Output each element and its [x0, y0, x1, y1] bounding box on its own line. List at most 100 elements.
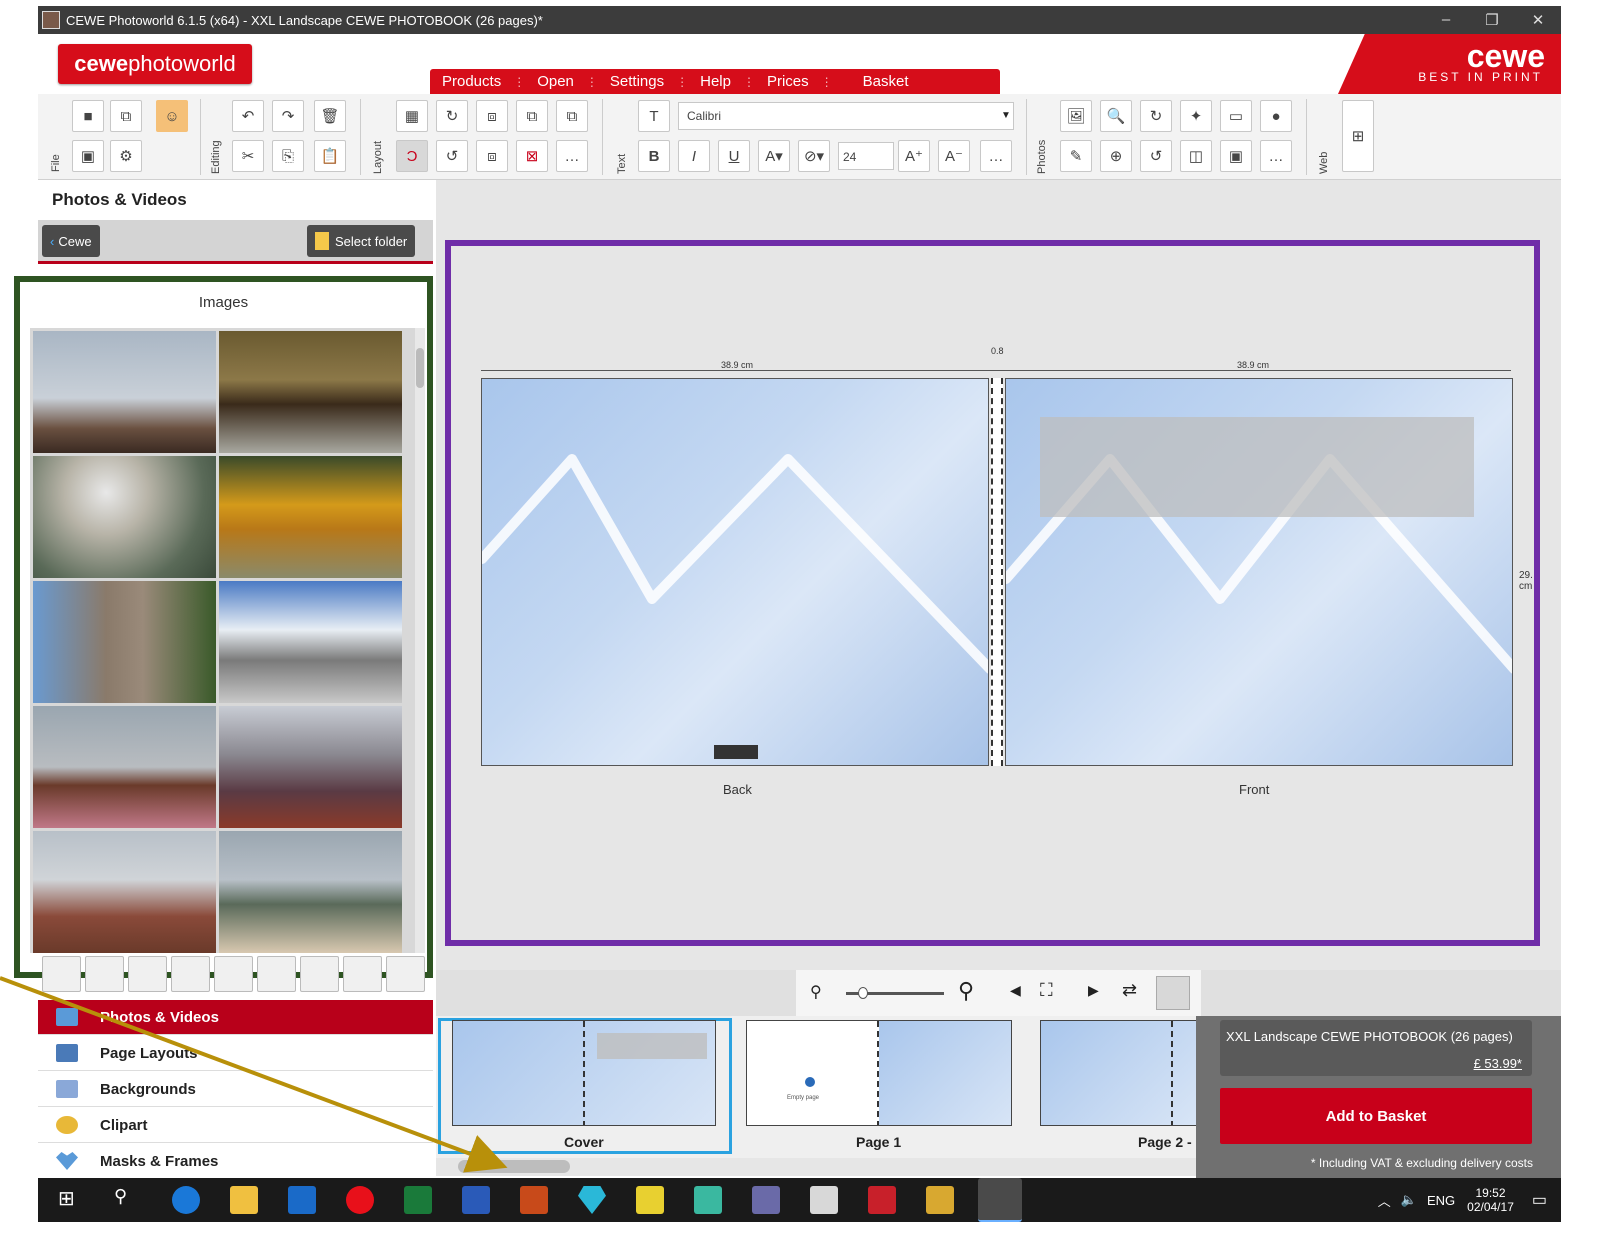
category-backgrounds[interactable]: Backgrounds	[38, 1072, 433, 1107]
image-grid-scrollbar[interactable]	[415, 328, 425, 953]
italic-button[interactable]: I	[678, 140, 710, 172]
clock[interactable]: 19:52 02/04/17	[1467, 1186, 1514, 1214]
app-icon[interactable]	[752, 1186, 780, 1214]
image-thumbnail[interactable]	[33, 831, 216, 953]
language-indicator[interactable]: ENG	[1427, 1193, 1455, 1208]
undo-icon[interactable]: ↶	[232, 100, 264, 132]
category-masks-frames[interactable]: Masks & Frames	[38, 1144, 433, 1179]
image-thumbnail[interactable]	[219, 581, 402, 703]
powerpoint-icon[interactable]	[520, 1186, 548, 1214]
view-icon[interactable]	[300, 956, 339, 992]
add-to-basket-button[interactable]: Add to Basket	[1220, 1088, 1532, 1144]
flip-icon[interactable]: ↺	[1140, 140, 1172, 172]
delete-icon[interactable]: 🗑	[314, 100, 346, 132]
spine-area[interactable]	[991, 378, 1003, 766]
next-page-icon[interactable]: ▶	[1088, 982, 1099, 999]
category-page-layouts[interactable]: Page Layouts	[38, 1036, 433, 1071]
filmstrip-scrollbar[interactable]	[436, 1158, 1196, 1176]
select-folder-button[interactable]: Select folder	[307, 225, 416, 257]
edit-photo-icon[interactable]: ✎	[1060, 140, 1092, 172]
category-clipart[interactable]: Clipart	[38, 1108, 433, 1143]
game-icon[interactable]	[926, 1186, 954, 1214]
fit-page-icon[interactable]: ⛶	[1040, 980, 1053, 1001]
bring-front-icon[interactable]: ⧉	[516, 100, 548, 132]
save-icon[interactable]: ■	[72, 100, 104, 132]
photo-effects-icon[interactable]: ✦	[1180, 100, 1212, 132]
view-icon[interactable]	[257, 956, 296, 992]
sort-icon[interactable]	[128, 956, 167, 992]
magnet-icon[interactable]: Ɔ	[396, 140, 428, 172]
view-icon[interactable]	[214, 956, 253, 992]
front-cover-page[interactable]	[1005, 378, 1513, 766]
image-thumbnail[interactable]	[219, 456, 402, 578]
pinball-icon[interactable]	[868, 1186, 896, 1214]
zoom-in-photo-icon[interactable]: ⊕	[1100, 140, 1132, 172]
menu-help[interactable]: Help	[688, 73, 743, 90]
split-icon[interactable]: ◫	[1180, 140, 1212, 172]
cewe-photoworld-logo[interactable]: cewe photoworld	[58, 44, 252, 84]
page-1-thumbnail[interactable]: Empty page	[746, 1020, 1012, 1126]
bold-button[interactable]: B	[638, 140, 670, 172]
back-button[interactable]: ‹ Cewe	[42, 225, 100, 257]
image-thumbnail[interactable]	[219, 831, 402, 953]
image-thumbnail[interactable]	[33, 706, 216, 828]
book-icon[interactable]	[343, 956, 382, 992]
gear-icon[interactable]: ⚙	[110, 140, 142, 172]
volume-icon[interactable]: 🔈	[1401, 1192, 1417, 1208]
photo-frame-icon[interactable]: 🖼	[1060, 100, 1092, 132]
bring-forward-icon[interactable]: ⧈	[476, 100, 508, 132]
menu-prices[interactable]: Prices	[755, 73, 821, 90]
previous-page-icon[interactable]: ◀	[1010, 982, 1021, 999]
more-layout-icon[interactable]: …	[556, 140, 588, 172]
image-thumbnail[interactable]	[219, 706, 402, 828]
view-icon[interactable]	[386, 956, 425, 992]
image-thumbnail[interactable]	[33, 581, 216, 703]
copy-icon[interactable]: ⎘	[272, 140, 304, 172]
emoji-app-icon[interactable]	[636, 1186, 664, 1214]
menu-products[interactable]: Products	[430, 73, 513, 90]
swap-pages-icon[interactable]: ⇄	[1122, 980, 1137, 1001]
menu-open[interactable]: Open	[525, 73, 586, 90]
zoom-photo-icon[interactable]: 🔍	[1100, 100, 1132, 132]
cut-icon[interactable]: ✂	[232, 140, 264, 172]
save-as-icon[interactable]: ▣	[72, 140, 104, 172]
restore-button[interactable]: ❐	[1469, 11, 1515, 29]
text-box-icon[interactable]: T	[638, 100, 670, 132]
send-backward-icon[interactable]: ⧈	[476, 140, 508, 172]
paste-icon[interactable]: 📋	[314, 140, 346, 172]
title-text-box[interactable]	[1040, 417, 1474, 517]
more-photos-icon[interactable]: …	[1260, 140, 1292, 172]
image-thumbnail[interactable]	[33, 456, 216, 578]
font-name-field[interactable]: Calibri	[678, 102, 1014, 130]
highlight-icon[interactable]: ⊘▾	[798, 140, 830, 172]
outlook-icon[interactable]	[288, 1186, 316, 1214]
category-photos-videos[interactable]: Photos & Videos	[38, 1000, 433, 1035]
zoom-in-icon[interactable]	[85, 956, 124, 992]
menu-basket[interactable]: Basket	[833, 73, 921, 90]
font-size-field[interactable]: 24	[838, 142, 894, 170]
cards-icon[interactable]	[810, 1186, 838, 1214]
page-2-thumbnail[interactable]	[1040, 1020, 1196, 1126]
zoom-out-icon[interactable]: ⚲	[810, 982, 822, 1002]
font-color-icon[interactable]: A▾	[758, 140, 790, 172]
zoom-out-icon[interactable]	[42, 956, 81, 992]
file-explorer-icon[interactable]	[230, 1186, 258, 1214]
rotate-icon[interactable]: ↻	[436, 100, 468, 132]
word-icon[interactable]	[462, 1186, 490, 1214]
shrink-font-button[interactable]: A⁻	[938, 140, 970, 172]
chevron-down-icon[interactable]: ▼	[998, 102, 1014, 130]
photo-rotate-icon[interactable]: ↻	[1140, 100, 1172, 132]
grow-font-button[interactable]: A⁺	[898, 140, 930, 172]
notification-icon[interactable]: ▭	[1532, 1190, 1547, 1210]
shadow-icon[interactable]: ▭	[1220, 100, 1252, 132]
product-price[interactable]: £ 53.99*	[1474, 1056, 1522, 1071]
edge-icon[interactable]	[172, 1186, 200, 1214]
more-text-icon[interactable]: …	[980, 140, 1012, 172]
remove-frame-icon[interactable]: ⊠	[516, 140, 548, 172]
gem-icon[interactable]	[578, 1186, 606, 1214]
mask-icon[interactable]: ●	[1260, 100, 1292, 132]
web-upload-icon[interactable]: ⊞	[1342, 100, 1374, 172]
send-back-icon[interactable]: ⧉	[556, 100, 588, 132]
view-icon[interactable]	[171, 956, 210, 992]
image-thumbnail[interactable]	[33, 331, 216, 453]
